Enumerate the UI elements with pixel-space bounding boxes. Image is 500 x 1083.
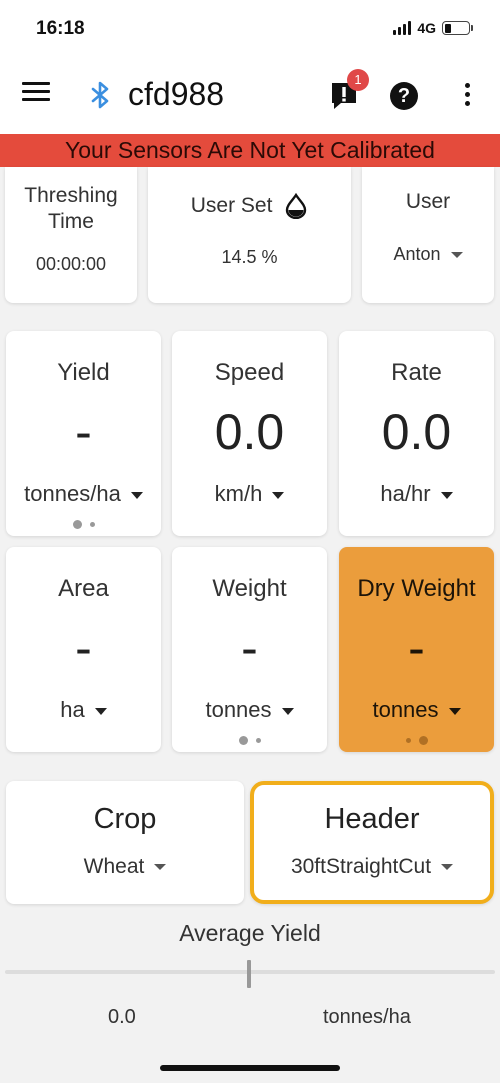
- speed-unit-selector[interactable]: km/h: [172, 481, 327, 507]
- threshing-time-card: Threshing Time 00:00:00: [5, 167, 137, 303]
- threshing-time-title: Threshing Time: [24, 184, 118, 233]
- header-value: 30ftStraightCut: [290, 855, 432, 878]
- area-unit: ha: [60, 697, 85, 722]
- weight-card[interactable]: Weight - tonnes: [172, 547, 327, 752]
- rate-unit: ha/hr: [380, 481, 431, 506]
- app-bar: cfd988 1 ?: [0, 56, 500, 134]
- dry-weight-card[interactable]: Dry Weight - tonnes: [339, 547, 494, 752]
- chevron-down-icon: [272, 491, 285, 499]
- user-set-title-row: User Set: [148, 193, 351, 220]
- more-vert-icon[interactable]: [460, 83, 474, 109]
- user-set-value: 14.5 %: [221, 247, 278, 267]
- user-value: Anton: [393, 244, 441, 264]
- average-yield-title: Average Yield: [179, 920, 321, 946]
- speed-label: Speed: [214, 359, 285, 386]
- help-icon[interactable]: ?: [390, 82, 418, 110]
- user-card[interactable]: User Anton: [362, 167, 494, 303]
- area-unit-selector[interactable]: ha: [6, 697, 161, 723]
- dry-weight-unit-selector[interactable]: tonnes: [339, 697, 494, 723]
- chevron-down-icon: [281, 707, 294, 715]
- dry-weight-value: -: [408, 620, 425, 676]
- yield-label: Yield: [57, 359, 110, 386]
- dry-weight-label: Dry Weight: [357, 575, 476, 602]
- network-label: 4G: [417, 20, 436, 36]
- page-indicator: [6, 520, 161, 529]
- chevron-down-icon: [448, 707, 461, 715]
- calibration-warning-banner: Your Sensors Are Not Yet Calibrated: [0, 134, 500, 167]
- threshing-time-value: 00:00:00: [35, 254, 107, 274]
- average-yield-slider-thumb[interactable]: [247, 960, 251, 988]
- user-set-card[interactable]: User Set 14.5 %: [148, 167, 351, 303]
- menu-icon[interactable]: [22, 82, 50, 106]
- crop-selector-card[interactable]: Crop Wheat: [6, 781, 244, 904]
- chevron-down-icon: [450, 252, 463, 259]
- rate-value: 0.0: [381, 404, 452, 460]
- yield-unit: tonnes/ha: [24, 481, 121, 506]
- average-yield-value: 0.0: [108, 1006, 136, 1028]
- average-yield-unit: tonnes/ha: [323, 1006, 411, 1028]
- moisture-drop-icon: [286, 193, 307, 220]
- home-indicator[interactable]: [160, 1065, 340, 1071]
- battery-icon: [442, 21, 473, 35]
- rate-label: Rate: [391, 359, 442, 386]
- dry-weight-unit: tonnes: [372, 697, 439, 722]
- crop-title: Crop: [93, 803, 157, 835]
- weight-unit: tonnes: [205, 697, 272, 722]
- speed-value: 0.0: [214, 404, 285, 460]
- status-indicators: 4G: [393, 20, 473, 36]
- weight-value: -: [241, 620, 258, 676]
- yield-card[interactable]: Yield - tonnes/ha: [6, 331, 161, 536]
- device-title: cfd988: [128, 76, 225, 112]
- weight-label: Weight: [212, 575, 287, 602]
- chevron-down-icon: [154, 864, 167, 871]
- chevron-down-icon: [441, 864, 454, 871]
- crop-value: Wheat: [83, 855, 145, 878]
- user-set-title: User Set: [190, 194, 273, 217]
- signal-icon: [393, 21, 412, 35]
- speed-unit: km/h: [214, 481, 263, 506]
- yield-value: -: [75, 404, 92, 460]
- area-card[interactable]: Area - ha: [6, 547, 161, 752]
- rate-card[interactable]: Rate 0.0 ha/hr: [339, 331, 494, 536]
- user-selector[interactable]: Anton: [362, 244, 494, 265]
- alert-count-badge: 1: [347, 69, 369, 91]
- header-dropdown[interactable]: 30ftStraightCut: [254, 855, 490, 879]
- bluetooth-icon: [91, 81, 109, 109]
- yield-unit-selector[interactable]: tonnes/ha: [6, 481, 161, 507]
- header-title: Header: [324, 803, 420, 835]
- speed-card[interactable]: Speed 0.0 km/h: [172, 331, 327, 536]
- status-bar: 16:18 4G: [0, 0, 500, 56]
- page-indicator: [339, 736, 494, 745]
- chevron-down-icon: [440, 491, 453, 499]
- page-indicator: [172, 736, 327, 745]
- header-selector-card[interactable]: Header 30ftStraightCut: [250, 781, 494, 904]
- crop-dropdown[interactable]: Wheat: [6, 855, 244, 879]
- area-value: -: [75, 620, 92, 676]
- weight-unit-selector[interactable]: tonnes: [172, 697, 327, 723]
- chevron-down-icon: [130, 491, 143, 499]
- status-time: 16:18: [36, 18, 85, 39]
- area-label: Area: [58, 575, 109, 602]
- user-title: User: [405, 190, 451, 213]
- chevron-down-icon: [94, 707, 107, 715]
- rate-unit-selector[interactable]: ha/hr: [339, 481, 494, 507]
